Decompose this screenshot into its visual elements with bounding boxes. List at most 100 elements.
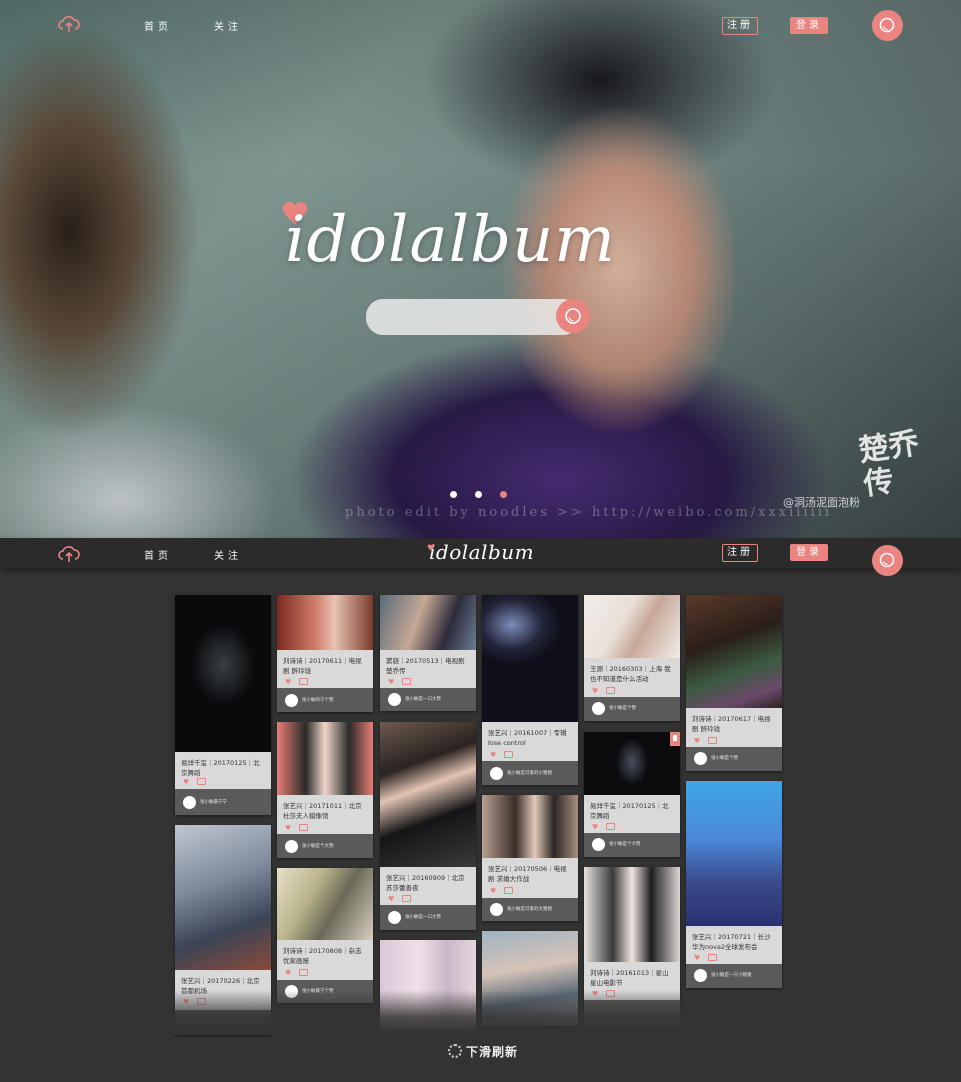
comment-icon[interactable] [606, 823, 615, 830]
card-title[interactable]: 刘诗诗｜20170808｜杂志优家画报 [283, 946, 367, 966]
sticky-brand[interactable]: idolalbum [427, 540, 534, 564]
photo-card[interactable]: 张艺兴｜20170506｜电视剧 求婚大作战 ♥ 张小敏是可爱的大猪猪 [482, 795, 578, 921]
card-photo[interactable] [584, 732, 680, 795]
card-photo[interactable] [277, 722, 373, 795]
card-photo[interactable] [686, 595, 782, 708]
card-photo[interactable] [482, 595, 578, 722]
photo-card[interactable]: 王源｜20160303｜上海 我也不知道是什么活动 ♥ 张小敏是个赞 [584, 595, 680, 721]
pull-to-refresh[interactable]: 下滑刷新 [448, 1043, 518, 1060]
avatar[interactable] [183, 796, 196, 809]
card-photo[interactable] [277, 868, 373, 940]
comment-icon[interactable] [504, 751, 513, 758]
card-title[interactable]: 刘诗诗｜20161013｜星山 星山电影节 [590, 968, 674, 988]
photo-card[interactable]: 易烊千玺｜20170125｜北京舞蹈 ♥ 张小敏最宁宁 [175, 595, 271, 815]
user-name[interactable]: 张小敏是个大赞 [609, 841, 641, 847]
photo-card[interactable]: 刘诗诗｜20170617｜电视剧 醉玲珑 ♥ 张小敏是个赞 [686, 595, 782, 771]
avatar[interactable] [285, 694, 298, 707]
photo-card[interactable]: 张艺兴｜20170721｜长沙 华为nova2全球发布会 ♥ 张小敏是一只小猪猪 [686, 781, 782, 988]
heart-icon[interactable]: ♥ [592, 687, 598, 695]
user-name[interactable]: 张小敏最宁宁 [200, 799, 227, 805]
card-user[interactable]: 张小敏是个大赞 [277, 835, 373, 859]
photo-card[interactable]: 易烊千玺｜20170125｜北京舞蹈 ♥ 张小敏是个大赞 [584, 732, 680, 857]
card-user[interactable]: 张小敏是一口大赞 [380, 688, 476, 712]
heart-icon[interactable]: ♥ [694, 954, 700, 962]
photo-card[interactable]: 刘诗诗｜20170611｜电视剧 醉玲珑 ♥ 张小敏的宁个赞 [277, 595, 373, 712]
card-photo[interactable] [686, 781, 782, 926]
user-name[interactable]: 张小敏是个大赞 [302, 843, 334, 849]
avatar[interactable] [490, 767, 503, 780]
card-user[interactable]: 张小敏是个赞 [584, 697, 680, 721]
card-photo[interactable] [175, 825, 271, 970]
card-title[interactable]: 张艺兴｜20170506｜电视剧 求婚大作战 [488, 864, 572, 884]
card-user[interactable]: 张小敏是一口大赞 [380, 906, 476, 930]
comment-icon[interactable] [402, 678, 411, 685]
search-button[interactable] [872, 545, 903, 576]
search-button[interactable] [872, 10, 903, 41]
card-user[interactable]: 张小敏的宁个赞 [277, 689, 373, 713]
card-user[interactable]: 张小敏是一只小猪猪 [686, 964, 782, 988]
heart-icon[interactable]: ♥ [183, 778, 189, 786]
hero-search-input[interactable] [366, 299, 580, 335]
user-name[interactable]: 张小敏是个赞 [711, 755, 738, 761]
card-title[interactable]: 窦骁｜20170513｜电视剧 楚乔传 [386, 656, 470, 676]
user-name[interactable]: 张小敏是一口大赞 [405, 914, 441, 920]
bookmark-icon[interactable] [670, 732, 680, 746]
carousel-dot[interactable] [450, 491, 457, 498]
card-photo[interactable] [482, 795, 578, 858]
card-title[interactable]: 张艺兴｜20161007｜专辑 lose control [488, 728, 572, 748]
nav-home[interactable]: 首页 [144, 547, 172, 562]
comment-icon[interactable] [708, 954, 717, 961]
nav-follow[interactable]: 关注 [214, 18, 242, 33]
heart-icon[interactable]: ♥ [285, 969, 291, 977]
hero-search-button[interactable] [556, 299, 590, 333]
user-name[interactable]: 张小敏是一口大赞 [405, 696, 441, 702]
card-photo[interactable] [584, 595, 680, 658]
carousel-dot-active[interactable] [500, 491, 507, 498]
card-user[interactable]: 张小敏是可爱的小猪猪 [482, 762, 578, 786]
card-photo[interactable] [380, 595, 476, 650]
cloud-upload-icon[interactable] [58, 14, 80, 34]
avatar[interactable] [388, 911, 401, 924]
comment-icon[interactable] [708, 737, 717, 744]
heart-icon[interactable]: ♥ [490, 751, 496, 759]
login-button[interactable]: 登录 [790, 544, 828, 561]
photo-card[interactable]: 窦骁｜20170513｜电视剧 楚乔传 ♥ 张小敏是一口大赞 [380, 595, 476, 711]
avatar[interactable] [592, 702, 605, 715]
nav-follow[interactable]: 关注 [214, 547, 242, 562]
card-title[interactable]: 易烊千玺｜20170125｜北京舞蹈 [181, 758, 265, 778]
heart-icon[interactable]: ♥ [592, 823, 598, 831]
heart-icon[interactable]: ♥ [285, 678, 291, 686]
user-name[interactable]: 张小敏是个赞 [609, 705, 636, 711]
user-name[interactable]: 张小敏的宁个赞 [302, 697, 334, 703]
login-button[interactable]: 登录 [790, 17, 828, 34]
avatar[interactable] [285, 840, 298, 853]
carousel-dot[interactable] [475, 491, 482, 498]
card-user[interactable]: 张小敏是个赞 [686, 747, 782, 771]
heart-icon[interactable]: ♥ [388, 678, 394, 686]
avatar[interactable] [694, 752, 707, 765]
comment-icon[interactable] [402, 895, 411, 902]
card-user[interactable]: 张小敏是可爱的大猪猪 [482, 898, 578, 922]
comment-icon[interactable] [299, 969, 308, 976]
card-title[interactable]: 张艺兴｜20160909｜北京 苏莎蕾善夜 [386, 873, 470, 893]
avatar[interactable] [490, 903, 503, 916]
register-button[interactable]: 注册 [722, 17, 758, 35]
user-name[interactable]: 张小敏是可爱的小猪猪 [507, 770, 552, 776]
card-title[interactable]: 刘诗诗｜20170611｜电视剧 醉玲珑 [283, 656, 367, 676]
heart-icon[interactable]: ♥ [694, 737, 700, 745]
heart-icon[interactable]: ♥ [285, 824, 291, 832]
avatar[interactable] [592, 838, 605, 851]
photo-card[interactable]: 张艺兴｜20171011｜北京杜莎夫人蜡像馆 ♥ 张小敏是个大赞 [277, 722, 373, 858]
avatar[interactable] [388, 693, 401, 706]
heart-icon[interactable]: ♥ [490, 887, 496, 895]
heart-icon[interactable]: ♥ [388, 895, 394, 903]
comment-icon[interactable] [606, 687, 615, 694]
user-name[interactable]: 张小敏是可爱的大猪猪 [507, 906, 552, 912]
comment-icon[interactable] [299, 824, 308, 831]
register-button[interactable]: 注册 [722, 544, 758, 562]
photo-card[interactable]: 张艺兴｜20160909｜北京 苏莎蕾善夜 ♥ 张小敏是一口大赞 [380, 722, 476, 930]
user-name[interactable]: 张小敏是一只小猪猪 [711, 972, 752, 978]
card-title[interactable]: 张艺兴｜20171011｜北京杜莎夫人蜡像馆 [283, 801, 367, 821]
card-user[interactable]: 张小敏最宁宁 [175, 791, 271, 815]
comment-icon[interactable] [299, 678, 308, 685]
